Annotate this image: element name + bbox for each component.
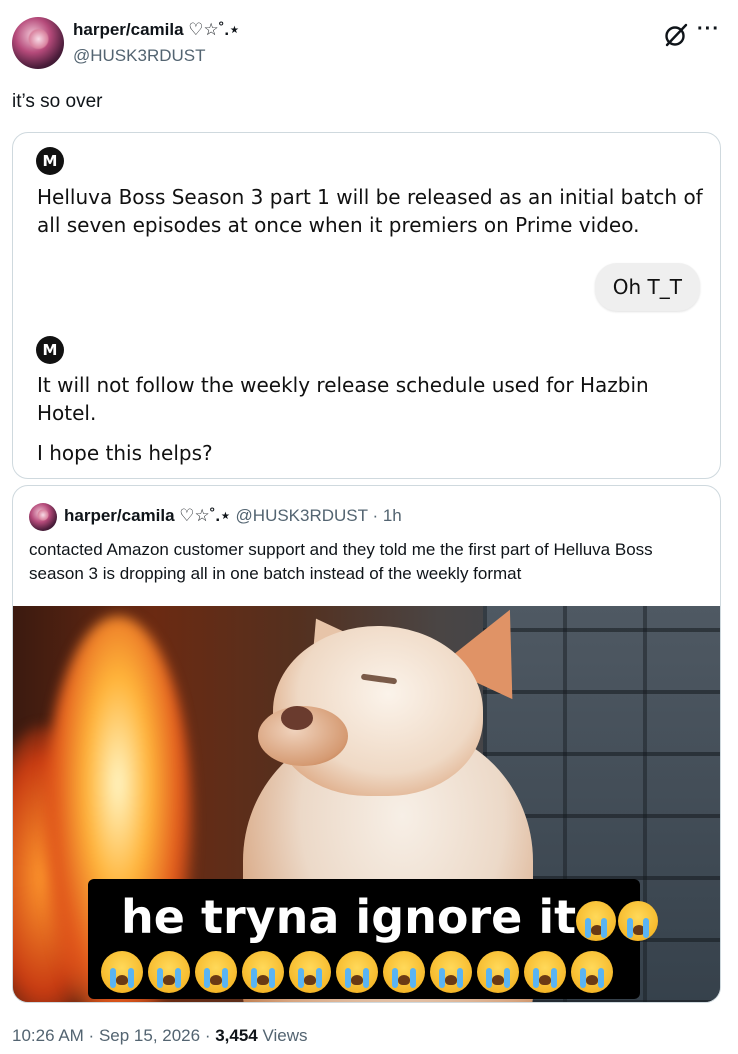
loudly-crying-face-icon — [430, 951, 472, 994]
meme-caption-text: he tryna ignore it — [121, 890, 577, 944]
quoted-author-handle: @HUSK3RDUST — [235, 506, 368, 525]
bot-message: Helluva Boss Season 3 part 1 will be rel… — [37, 185, 703, 237]
bot-message: I hope this helps? — [37, 441, 213, 465]
loudly-crying-face-icon — [101, 951, 143, 994]
user-message-bubble: Oh T_T — [594, 263, 700, 311]
loudly-crying-face-icon — [336, 951, 378, 994]
more-icon[interactable]: ··· — [697, 18, 720, 41]
dog-nose — [281, 706, 313, 730]
tweet-time[interactable]: 10:26 AM — [12, 1026, 84, 1045]
loudly-crying-face-icon — [195, 951, 237, 994]
quoted-time-ago: 1h — [382, 506, 402, 525]
quoted-author-meta: @HUSK3RDUST · 1h — [236, 506, 402, 525]
crying-emoji-row — [101, 946, 618, 994]
chat-screenshot-image[interactable]: M Helluva Boss Season 3 part 1 will be r… — [12, 132, 721, 479]
tweet-text: it’s so over — [12, 91, 103, 112]
quoted-author-name: harper/camila ♡☆˚.⋆ — [64, 506, 231, 525]
loudly-crying-face-icon — [571, 951, 613, 994]
loudly-crying-face-icon — [289, 951, 331, 994]
tweet-timestamp[interactable]: 10:26 AM · Sep 15, 2026 · 3,454 Views — [12, 1026, 308, 1046]
tweet-date[interactable]: Sep 15, 2026 — [99, 1026, 200, 1045]
bot-logo-icon: M — [36, 336, 64, 364]
loudly-crying-face-icon — [524, 951, 566, 994]
loudly-crying-face-icon — [148, 951, 190, 994]
separator-dot: · — [200, 1026, 216, 1045]
loudly-crying-face-icon — [242, 951, 284, 994]
quoted-tweet-text: contacted Amazon customer support and th… — [29, 540, 653, 583]
author-avatar[interactable] — [12, 17, 64, 69]
meme-caption: he tryna ignore it — [121, 890, 660, 944]
loudly-crying-face-icon — [618, 900, 659, 941]
author-name[interactable]: harper/camila ♡☆˚.⋆ — [73, 20, 240, 40]
loudly-crying-face-icon — [477, 951, 519, 994]
quoted-tweet-card[interactable]: harper/camila ♡☆˚.⋆ @HUSK3RDUST · 1h con… — [12, 485, 721, 1003]
quoted-author-avatar — [29, 503, 57, 531]
bot-logo-icon: M — [36, 147, 64, 175]
quoted-tweet-header: harper/camila ♡☆˚.⋆ @HUSK3RDUST · 1h — [64, 506, 402, 526]
views-label: Views — [257, 1026, 308, 1045]
bot-message: It will not follow the weekly release sc… — [37, 373, 649, 425]
separator-dot: · — [367, 506, 383, 525]
meme-image[interactable]: he tryna ignore it — [13, 606, 720, 1002]
grok-icon[interactable] — [663, 22, 689, 48]
author-handle[interactable]: @HUSK3RDUST — [73, 46, 206, 66]
separator-dot: · — [83, 1026, 99, 1045]
loudly-crying-face-icon — [383, 951, 425, 994]
loudly-crying-face-icon — [576, 900, 617, 941]
views-count: 3,454 — [215, 1026, 258, 1045]
